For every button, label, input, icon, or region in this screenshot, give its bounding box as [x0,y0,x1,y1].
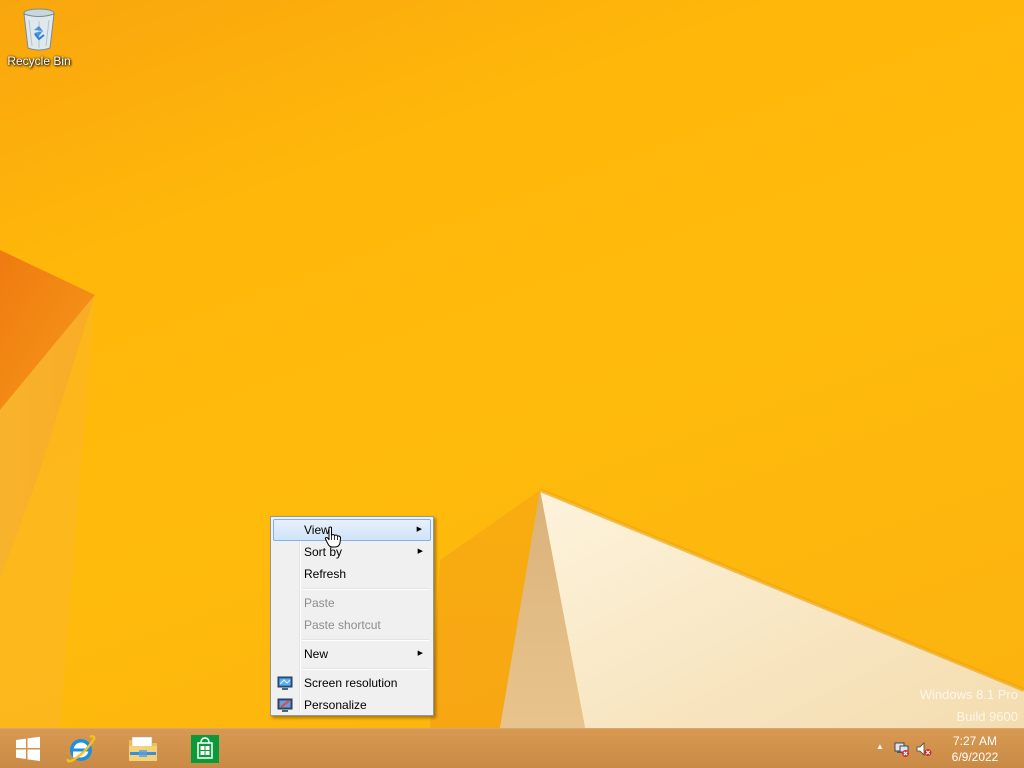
display-icon [277,676,293,690]
watermark-build: Build 9600 [956,709,1018,724]
menu-item-label: New [304,647,329,661]
wallpaper [0,250,1024,728]
store-icon [191,735,219,763]
menu-item-refresh[interactable]: Refresh [273,563,431,585]
desktop[interactable]: Recycle Bin Windows 8.1 Pro Build 9600 V… [0,0,1024,768]
volume-muted-icon[interactable] [916,741,932,757]
windows-logo-icon [16,736,40,761]
menu-separator [273,665,431,672]
submenu-arrow-icon: ▶ [417,650,423,657]
menu-item-label: Paste [304,596,335,610]
internet-explorer-icon [66,735,96,763]
store-taskbar-button[interactable] [176,729,234,768]
clock-time: 7:27 AM [952,734,998,748]
recycle-bin-label: Recycle Bin [7,54,71,68]
menu-item-paste: Paste [273,592,431,614]
internet-explorer-taskbar-button[interactable] [52,729,110,768]
menu-item-label: Screen resolution [304,676,398,690]
notification-area: ▲ 7:27 AM 6/9/2022 [864,729,1024,768]
menu-item-new[interactable]: New ▶ [273,643,431,665]
windows-version-watermark: Windows 8.1 Pro Build 9600 [920,684,1018,728]
show-hidden-icons-button[interactable]: ▲ [876,742,884,751]
menu-item-screen-resolution[interactable]: Screen resolution [273,672,431,694]
desktop-context-menu: View ▶ Sort by ▶ Refresh Paste Paste sho… [270,516,434,716]
submenu-arrow-icon: ▶ [417,548,423,555]
watermark-edition: Windows 8.1 Pro [919,687,1018,702]
menu-item-label: Paste shortcut [304,618,381,632]
personalize-icon [277,698,293,712]
start-button[interactable] [0,729,56,768]
submenu-arrow-icon: ▶ [416,526,422,533]
folder-icon [129,736,157,761]
recycle-bin-desktop-icon[interactable]: Recycle Bin [4,6,74,74]
menu-item-label: Personalize [304,698,367,712]
hand-cursor-icon [324,526,342,548]
file-explorer-taskbar-button[interactable] [114,729,172,768]
clock-date: 6/9/2022 [951,750,999,764]
network-disconnected-icon[interactable] [894,741,910,757]
menu-item-label: Refresh [304,567,347,581]
menu-separator [273,636,431,643]
recycle-bin-icon [23,8,55,51]
menu-item-sort-by[interactable]: Sort by ▶ [273,541,431,563]
menu-item-view[interactable]: View ▶ [273,519,431,541]
menu-item-personalize[interactable]: Personalize [273,694,431,716]
menu-item-paste-shortcut: Paste shortcut [273,614,431,636]
taskbar-clock[interactable]: 7:27 AM 6/9/2022 [940,733,1010,765]
taskbar: ▲ 7:27 AM 6/9/2022 [0,728,1024,768]
menu-separator [273,585,431,592]
